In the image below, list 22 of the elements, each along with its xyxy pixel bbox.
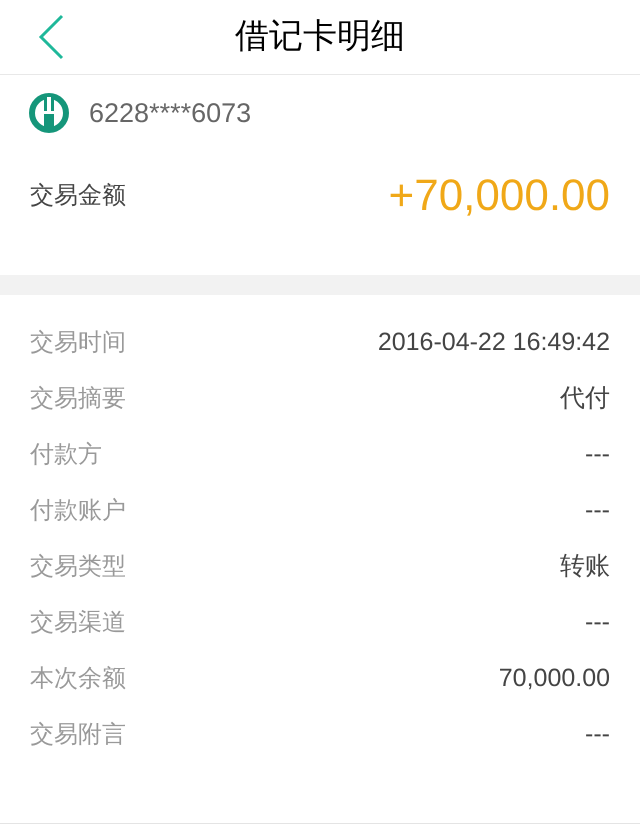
- detail-value: 转账: [560, 551, 610, 582]
- detail-label: 交易摘要: [30, 384, 126, 414]
- transaction-amount: +70,000.00: [388, 170, 610, 222]
- detail-value: ---: [585, 439, 610, 470]
- amount-label: 交易金额: [30, 181, 126, 211]
- detail-value: ---: [585, 607, 610, 638]
- back-icon: [38, 14, 64, 60]
- detail-value: 2016-04-22 16:49:42: [378, 327, 610, 358]
- detail-label: 本次余额: [30, 664, 126, 694]
- detail-label: 交易附言: [30, 720, 126, 750]
- bank-logo-icon: [29, 92, 69, 133]
- detail-value: ---: [585, 719, 610, 750]
- detail-label: 付款方: [30, 440, 102, 470]
- detail-label: 交易时间: [30, 328, 126, 358]
- card-number: 6228****6073: [89, 96, 252, 130]
- page-title: 借记卡明细: [235, 16, 405, 58]
- detail-label: 交易类型: [30, 552, 126, 582]
- detail-value: 70,000.00: [498, 663, 610, 694]
- detail-value: 代付: [560, 383, 610, 414]
- detail-label: 付款账户: [30, 496, 126, 526]
- detail-value: ---: [585, 495, 610, 526]
- detail-label: 交易渠道: [30, 608, 126, 638]
